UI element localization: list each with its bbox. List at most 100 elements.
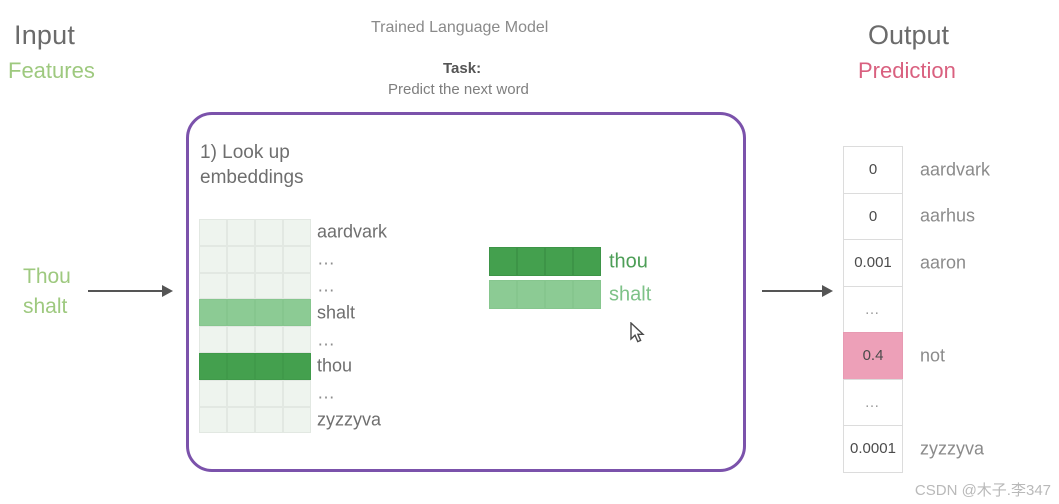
matrix-cell [283, 219, 311, 246]
prediction-row: 0 aarhus [843, 192, 975, 240]
input-word-line-2: shalt [23, 295, 68, 318]
prediction-row: 0 aardvark [843, 146, 990, 194]
matrix-cell [227, 379, 255, 407]
watermark: CSDN @木子.李347 [914, 482, 1051, 499]
task-description: Predict the next word [388, 81, 529, 98]
input-words: Thou shalt [23, 262, 71, 322]
step-label: 1) Look up embeddings [200, 140, 304, 190]
embedding-cell [517, 247, 545, 276]
prediction-word: aaron [920, 252, 967, 273]
matrix-row: shalt [199, 299, 355, 327]
embedding-row-label: thou [609, 250, 648, 272]
step-label-line-2: embeddings [200, 167, 304, 188]
matrix-cell [255, 219, 283, 246]
matrix-cell [283, 245, 311, 273]
prediction-word: not [920, 345, 946, 366]
prediction-value: 0.4 [862, 347, 884, 365]
matrix-row: aardvark [199, 219, 387, 246]
matrix-cell [227, 406, 255, 434]
matrix-cell [255, 272, 283, 300]
step-label-line-1: 1) Look up [200, 142, 290, 163]
matrix-cell [199, 379, 227, 407]
embedding-cell [573, 280, 601, 309]
matrix-row: … [199, 245, 335, 273]
embedding-cell [489, 247, 517, 276]
embedding-cell [545, 247, 573, 276]
matrix-cell [283, 379, 311, 407]
matrix-cell [199, 245, 227, 273]
matrix-cell [199, 299, 227, 327]
matrix-cell [283, 406, 311, 434]
matrix-row-label: … [317, 382, 337, 403]
embedding-row: thou [489, 247, 648, 276]
matrix-row: zyzzyva [199, 406, 381, 434]
prediction-row: … [843, 285, 903, 333]
matrix-cell [227, 326, 255, 353]
embedding-cell [545, 280, 573, 309]
embedding-row: shalt [489, 280, 651, 309]
diagram-canvas: Input Features Trained Language Model Ta… [0, 0, 1059, 504]
matrix-cell [255, 406, 283, 434]
task-label: Task: [443, 60, 482, 77]
prediction-word: aardvark [920, 159, 991, 180]
input-word-line-1: Thou [23, 265, 71, 288]
output-title: Output [868, 20, 950, 50]
mouse-cursor-icon [630, 321, 648, 346]
input-subtitle: Features [8, 58, 95, 83]
matrix-row-label: … [317, 275, 337, 296]
matrix-row-label: … [317, 248, 337, 269]
prediction-value: 0.001 [854, 254, 892, 272]
matrix-cell [255, 379, 283, 407]
matrix-row-label: zyzzyva [317, 409, 382, 430]
matrix-cell [255, 299, 283, 327]
matrix-cell [255, 352, 283, 380]
matrix-cell [227, 352, 255, 380]
model-title: Trained Language Model [371, 19, 549, 36]
matrix-cell [255, 326, 283, 353]
matrix-cell [227, 272, 255, 300]
embedding-row-label: shalt [609, 283, 652, 305]
prediction-word: zyzzyva [920, 438, 985, 459]
matrix-cell [283, 352, 311, 380]
embedding-cell [573, 247, 601, 276]
prediction-word: aarhus [920, 205, 976, 226]
extracted-embeddings: thou shalt [489, 247, 651, 313]
input-arrow-icon [88, 285, 174, 297]
embedding-cell [489, 280, 517, 309]
matrix-row-label: … [317, 329, 337, 350]
matrix-cell [199, 352, 227, 380]
prediction-row: 0.001 aaron [843, 239, 966, 287]
matrix-row: thou [199, 352, 352, 380]
matrix-cell [199, 406, 227, 434]
matrix-cell [283, 326, 311, 353]
prediction-value: 0 [868, 207, 878, 225]
matrix-cell [227, 299, 255, 327]
input-title: Input [14, 20, 76, 50]
matrix-cell [199, 326, 227, 353]
embedding-cell [517, 280, 545, 309]
matrix-row: … [199, 379, 335, 407]
matrix-cell [199, 219, 227, 246]
matrix-row-label: aardvark [317, 221, 388, 242]
matrix-row: … [199, 272, 335, 300]
prediction-row: 0.0001 zyzzyva [843, 425, 984, 473]
embedding-matrix: aardvark … … shalt … thou … zyzzyva [199, 219, 387, 434]
prediction-value: 0.0001 [850, 440, 896, 458]
matrix-cell [227, 245, 255, 273]
matrix-row-label: thou [317, 355, 353, 376]
prediction-row: … [843, 378, 903, 426]
prediction-value: … [864, 393, 882, 411]
matrix-cell [255, 245, 283, 273]
output-arrow-icon [762, 285, 834, 297]
prediction-value: 0 [868, 161, 878, 179]
matrix-cell [199, 272, 227, 300]
output-subtitle: Prediction [858, 58, 956, 83]
matrix-cell [227, 219, 255, 246]
prediction-row: 0.4 not [843, 332, 945, 380]
prediction-value: … [864, 300, 882, 318]
matrix-cell [283, 299, 311, 327]
matrix-cell [283, 272, 311, 300]
matrix-row: … [199, 326, 335, 353]
prediction-table: 0 aardvark 0 aarhus 0.001 aaron … 0.4 not … 0.0001… [843, 146, 990, 473]
matrix-row-label: shalt [317, 302, 356, 323]
